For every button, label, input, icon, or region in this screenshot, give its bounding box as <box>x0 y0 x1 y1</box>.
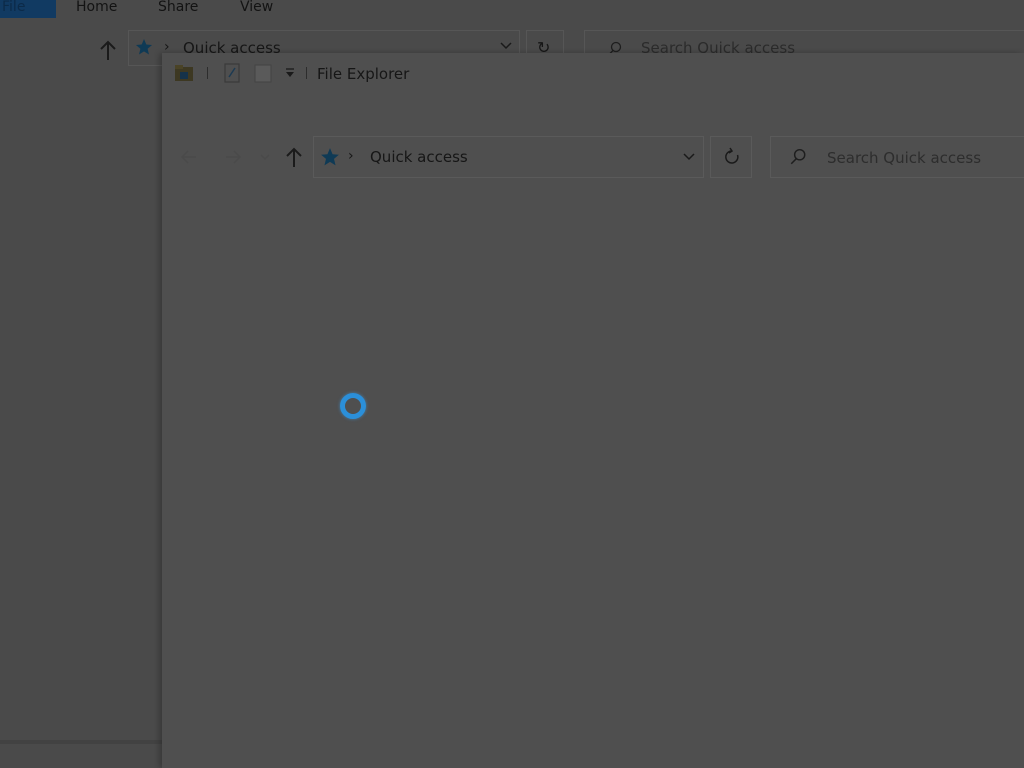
ribbon-tab-view[interactable]: View <box>240 0 273 18</box>
search-icon <box>790 148 806 165</box>
breadcrumb-chevron-icon: › <box>348 148 354 164</box>
status-bar-edge <box>0 740 162 744</box>
chevron-down-icon[interactable] <box>499 41 513 51</box>
new-folder-icon[interactable] <box>254 63 272 83</box>
address-location[interactable]: Quick access <box>370 148 468 166</box>
back-arrow-icon[interactable] <box>180 148 198 166</box>
file-explorer-window[interactable]: File Explorer › Quick access Search Quic <box>162 53 1024 768</box>
properties-icon[interactable] <box>224 63 240 83</box>
address-bar[interactable]: › Quick access <box>313 136 704 178</box>
ribbon-tab-home[interactable]: Home <box>76 0 117 18</box>
search-placeholder: Search Quick access <box>827 149 982 167</box>
recent-locations-icon[interactable] <box>260 153 270 161</box>
customize-toolbar-icon[interactable] <box>284 67 296 79</box>
up-arrow-icon[interactable] <box>98 38 118 62</box>
search-input[interactable]: Search Quick access <box>770 136 1024 178</box>
up-arrow-icon[interactable] <box>285 145 303 169</box>
refresh-icon <box>725 147 739 164</box>
loading-spinner-icon <box>340 393 366 419</box>
toolbar-separator <box>207 67 208 79</box>
star-icon <box>321 148 339 166</box>
chevron-down-icon[interactable] <box>682 152 696 162</box>
ribbon-tab-file[interactable]: File <box>0 0 56 18</box>
forward-arrow-icon[interactable] <box>224 148 242 166</box>
ribbon-tab-bar: File Home Share View <box>0 0 1024 22</box>
folder-icon[interactable] <box>174 64 194 82</box>
ribbon-tab-share[interactable]: Share <box>158 0 198 18</box>
toolbar-separator <box>306 67 307 79</box>
star-icon <box>136 39 152 55</box>
refresh-button[interactable] <box>710 136 752 178</box>
window-title: File Explorer <box>317 65 410 83</box>
quick-access-toolbar: File Explorer <box>162 53 1024 93</box>
